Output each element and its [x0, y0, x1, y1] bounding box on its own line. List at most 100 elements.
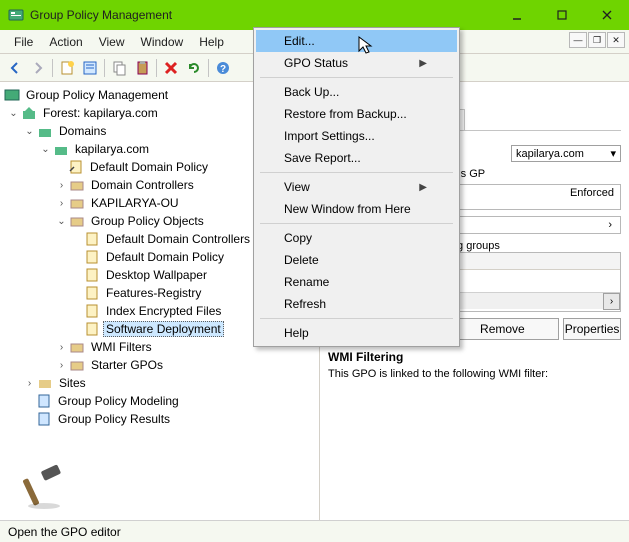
tree-label: Default Domain Policy — [87, 159, 211, 175]
ctx-label: View — [284, 180, 310, 194]
svg-text:?: ? — [220, 64, 226, 75]
ctx-import[interactable]: Import Settings... — [256, 125, 457, 147]
policy-icon — [84, 267, 100, 283]
ctx-gpo-status[interactable]: GPO Status ▶ — [256, 52, 457, 74]
ctx-label: Copy — [284, 231, 312, 245]
tree-label: Software Deployment — [103, 321, 224, 337]
column-header-enforced: Enforced — [570, 187, 614, 199]
tree-label: Group Policy Results — [55, 411, 173, 427]
ctx-restore[interactable]: Restore from Backup... — [256, 103, 457, 125]
ctx-copy[interactable]: Copy — [256, 227, 457, 249]
domain-icon — [53, 141, 69, 157]
ctx-delete[interactable]: Delete — [256, 249, 457, 271]
titlebar: Group Policy Management — [0, 0, 629, 30]
menu-view[interactable]: View — [91, 32, 133, 52]
forward-button[interactable] — [27, 57, 49, 79]
tree-results[interactable]: Group Policy Results — [0, 410, 319, 428]
window-title: Group Policy Management — [30, 8, 494, 22]
expander-icon[interactable]: › — [56, 360, 67, 371]
app-icon — [8, 7, 24, 23]
ctx-new-window[interactable]: New Window from Here — [256, 198, 457, 220]
tree-label: Desktop Wallpaper — [103, 267, 210, 283]
tree-label: Starter GPOs — [88, 357, 166, 373]
ctx-rename[interactable]: Rename — [256, 271, 457, 293]
tree-sites[interactable]: ›Sites — [0, 374, 319, 392]
tree-label: Features-Registry — [103, 285, 204, 301]
policy-icon — [84, 303, 100, 319]
ou-icon — [69, 177, 85, 193]
ctx-refresh[interactable]: Refresh — [256, 293, 457, 315]
menu-help[interactable]: Help — [191, 32, 232, 52]
policy-icon — [84, 321, 100, 337]
tree-starter[interactable]: › Starter GPOs — [0, 356, 319, 374]
hammer-icon — [20, 464, 68, 512]
tree-label: Index Encrypted Files — [103, 303, 224, 319]
mdi-restore-button[interactable]: ❐ — [588, 32, 606, 48]
new-button[interactable] — [56, 57, 78, 79]
context-menu: Edit... GPO Status ▶ Back Up... Restore f… — [253, 27, 460, 347]
expander-icon[interactable]: › — [56, 342, 67, 353]
wmi-title: WMI Filtering — [328, 350, 621, 364]
properties-button[interactable] — [79, 57, 101, 79]
forest-icon — [21, 105, 37, 121]
policy-icon — [84, 231, 100, 247]
help-button[interactable]: ? — [212, 57, 234, 79]
mdi-minimize-button[interactable]: — — [569, 32, 587, 48]
back-button[interactable] — [4, 57, 26, 79]
ctx-help[interactable]: Help — [256, 322, 457, 344]
ctx-separator — [260, 77, 453, 78]
paste-button[interactable] — [131, 57, 153, 79]
folder-icon — [69, 357, 85, 373]
expander-icon[interactable]: ⌄ — [24, 126, 35, 137]
ctx-separator — [260, 223, 453, 224]
domains-icon — [37, 123, 53, 139]
domain-dropdown[interactable]: kapilarya.com▾ — [511, 145, 621, 162]
ctx-label: Restore from Backup... — [284, 107, 407, 121]
expander-icon[interactable]: ⌄ — [8, 108, 19, 119]
tree-modeling[interactable]: Group Policy Modeling — [0, 392, 319, 410]
maximize-button[interactable] — [539, 0, 584, 30]
ctx-label: Refresh — [284, 297, 326, 311]
ctx-view[interactable]: View ▶ — [256, 176, 457, 198]
menu-window[interactable]: Window — [133, 32, 192, 52]
tree-label: WMI Filters — [88, 339, 155, 355]
policy-icon — [84, 249, 100, 265]
submenu-arrow-icon: ▶ — [419, 58, 427, 69]
submenu-arrow-icon: ▶ — [419, 182, 427, 193]
results-icon — [36, 411, 52, 427]
ctx-backup[interactable]: Back Up... — [256, 81, 457, 103]
ctx-label: New Window from Here — [284, 202, 411, 216]
ctx-label: GPO Status — [284, 56, 348, 70]
folder-icon — [69, 213, 85, 229]
dropdown-value: kapilarya.com — [516, 148, 584, 160]
wmi-description: This GPO is linked to the following WMI … — [328, 368, 621, 380]
menu-action[interactable]: Action — [41, 32, 90, 52]
ctx-save-report[interactable]: Save Report... — [256, 147, 457, 169]
menu-file[interactable]: File — [6, 32, 41, 52]
expander-icon[interactable]: › — [56, 180, 67, 191]
ctx-label: Save Report... — [284, 151, 361, 165]
refresh-button[interactable] — [183, 57, 205, 79]
tree-label: Default Domain Policy — [103, 249, 227, 265]
tree-label: Group Policy Modeling — [55, 393, 182, 409]
statusbar-text: Open the GPO editor — [8, 525, 121, 539]
ctx-label: Delete — [284, 253, 319, 267]
tree-label: Forest: kapilarya.com — [40, 105, 161, 121]
minimize-button[interactable] — [494, 0, 539, 30]
ctx-label: Help — [284, 326, 309, 340]
gpm-icon — [4, 87, 20, 103]
ctx-label: Back Up... — [284, 85, 339, 99]
mdi-close-button[interactable]: ✕ — [607, 32, 625, 48]
remove-button[interactable]: Remove — [446, 318, 560, 340]
expander-icon[interactable]: ⌄ — [40, 144, 51, 155]
expander-icon[interactable]: › — [24, 378, 35, 389]
delete-button[interactable] — [160, 57, 182, 79]
close-button[interactable] — [584, 0, 629, 30]
scroll-right-button[interactable]: › — [603, 293, 620, 310]
expander-icon[interactable]: › — [56, 198, 67, 209]
properties-button[interactable]: Properties — [563, 318, 621, 340]
copy-button[interactable] — [108, 57, 130, 79]
expander-icon[interactable]: ⌄ — [56, 216, 67, 227]
sites-icon — [37, 375, 53, 391]
ctx-edit[interactable]: Edit... — [256, 30, 457, 52]
